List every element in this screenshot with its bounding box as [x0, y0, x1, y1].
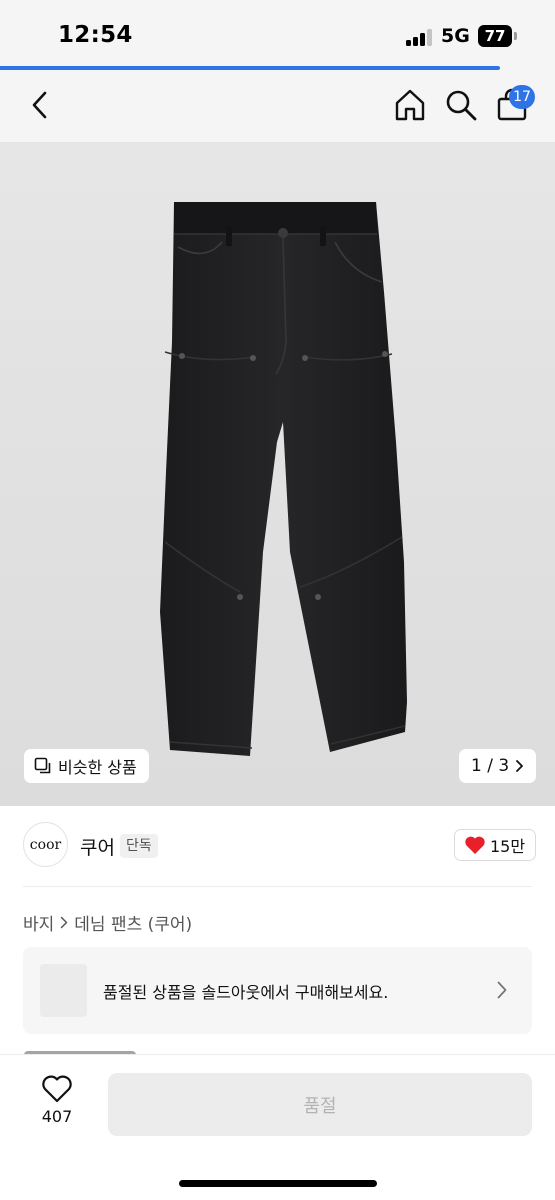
- shop-name[interactable]: 쿠어: [80, 833, 115, 860]
- shop-logo-text: coor: [29, 836, 62, 853]
- soldout-banner[interactable]: 품절된 상품을 솔드아웃에서 구매해보세요.: [23, 947, 532, 1034]
- shop-logo[interactable]: coor: [23, 822, 68, 867]
- shop-info-row: coor 쿠어 단독 15만: [0, 806, 555, 886]
- top-nav-bar: [0, 70, 555, 142]
- shop-like-button[interactable]: 15만: [454, 829, 537, 861]
- battery-tip: [514, 32, 517, 40]
- wishlist-count: 407: [41, 1107, 73, 1126]
- back-chevron-icon: [32, 91, 47, 119]
- cart-count-badge: 17: [509, 85, 535, 109]
- search-icon: [446, 90, 477, 121]
- image-page-indicator[interactable]: 1 / 3: [459, 749, 537, 783]
- chevron-right-icon: [61, 916, 68, 929]
- status-time: 12:54: [58, 22, 133, 48]
- bottom-action-bar: 407 품절: [0, 1054, 555, 1200]
- product-image-gallery[interactable]: 비슷한 상품 1 / 3: [0, 142, 555, 806]
- shop-like-count: 15만: [490, 837, 526, 856]
- similar-products-label: 비슷한 상품: [58, 758, 137, 777]
- battery-icon: 77: [478, 25, 512, 47]
- status-bar: 12:54 5G 77: [0, 0, 555, 66]
- breadcrumb-item-category[interactable]: 바지: [23, 910, 54, 935]
- soldout-purchase-button[interactable]: 품절: [108, 1073, 532, 1136]
- wishlist-button[interactable]: 407: [33, 1075, 81, 1135]
- stack-icon: [34, 757, 51, 774]
- chevron-right-icon: [516, 760, 524, 772]
- banner-text: 품절된 상품을 솔드아웃에서 구매해보세요.: [103, 983, 389, 1002]
- home-button[interactable]: [390, 84, 430, 126]
- network-type: 5G: [441, 25, 470, 47]
- heart-filled-icon: [465, 836, 485, 854]
- banner-thumbnail: [40, 964, 87, 1017]
- breadcrumb: 바지 데님 팬츠 (쿠어): [23, 910, 192, 935]
- back-button[interactable]: [22, 85, 58, 125]
- product-image: [160, 202, 407, 756]
- divider: [23, 886, 532, 887]
- chevron-right-icon: [497, 981, 507, 999]
- similar-products-button[interactable]: 비슷한 상품: [24, 749, 149, 783]
- image-page-indicator-text: 1 / 3: [471, 756, 510, 776]
- search-button[interactable]: [441, 84, 481, 126]
- breadcrumb-item-subcategory[interactable]: 데님 팬츠 (쿠어): [74, 910, 192, 935]
- signal-strength-icon: [406, 28, 436, 46]
- home-icon: [395, 89, 425, 121]
- heart-outline-icon: [42, 1075, 72, 1103]
- exclusive-badge: 단독: [120, 834, 158, 858]
- home-indicator: [179, 1180, 377, 1187]
